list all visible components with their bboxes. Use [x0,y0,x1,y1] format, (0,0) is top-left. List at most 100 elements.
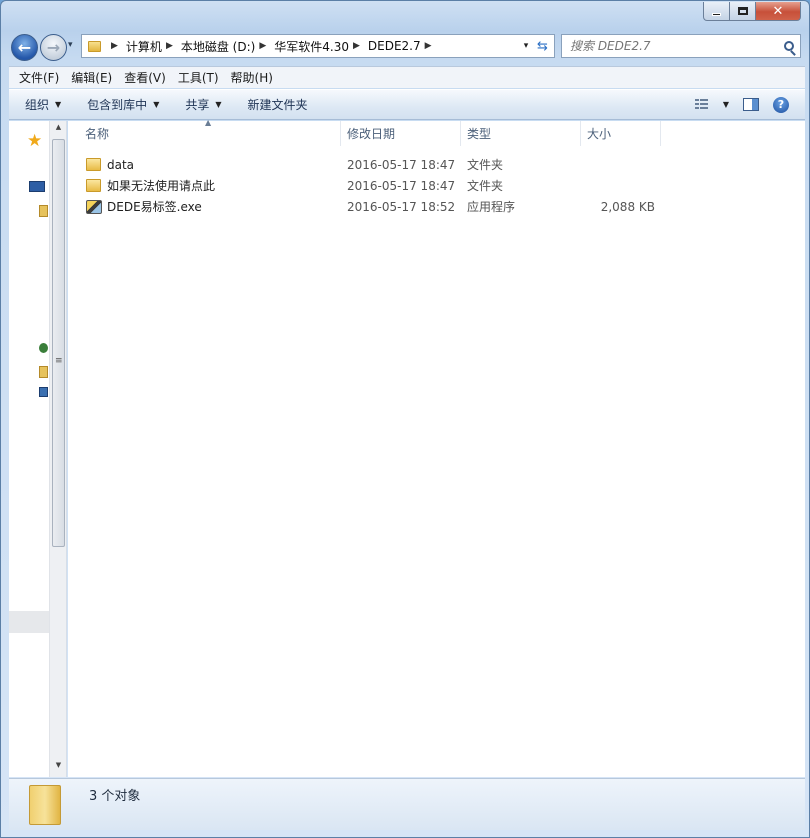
desktop-icon[interactable] [29,181,45,192]
scroll-thumb[interactable]: ≡ [52,139,65,547]
scroll-down-arrow-icon[interactable]: ▼ [50,761,67,775]
file-date: 2016-05-17 18:52 [347,199,456,214]
column-date-header[interactable]: 修改日期 [341,121,461,146]
breadcrumb-dede[interactable]: DEDE2.7 [368,39,421,53]
libraries-icon[interactable] [39,205,48,217]
help-label: ? [777,98,785,111]
file-size: 2,088 KB [600,199,655,214]
caption-buttons: ✕ [703,2,801,21]
file-name-cell[interactable]: data [68,158,341,172]
file-row[interactable]: 如果无法使用请点此 2016-05-17 18:47 文件夹 [68,175,805,196]
folder-icon [29,785,61,825]
navigation-bar: ← → ▾ ▶ 计算机 ▶ 本地磁盘 (D:) ▶ 华军软件4.30 ▶ DED… [9,32,805,61]
column-name-header[interactable]: ▲ 名称 [68,118,341,146]
recent-pages-dropdown[interactable]: ▾ [68,40,78,50]
organize-button[interactable]: 组织 ▼ [9,96,71,113]
nav-pane-strip [9,611,49,633]
search-box[interactable] [561,34,801,58]
minimize-button[interactable] [703,2,730,21]
include-library-button[interactable]: 包含到库中 ▼ [71,96,169,113]
navigation-pane: ★ ▲ ≡ ▼ [9,121,67,777]
menu-help[interactable]: 帮助(H) [225,69,279,86]
breadcrumb-label: 华军软件4.30 [274,39,349,54]
back-button[interactable]: ← [11,34,38,61]
minimize-icon [712,12,721,16]
file-name: 如果无法使用请点此 [107,179,216,193]
breadcrumb-separator-icon[interactable]: ▶ [353,41,360,51]
column-header: ▲ 名称 修改日期 类型 大小 [68,118,805,146]
details-pane: 3 个对象 [9,778,805,830]
chevron-down-icon: ▼ [153,100,160,109]
file-row[interactable]: data 2016-05-17 18:47 文件夹 [68,154,805,175]
file-date: 2016-05-17 18:47 [347,157,456,172]
explorer-window: ✕ ← → ▾ ▶ 计算机 ▶ 本地磁盘 (D:) ▶ 华军软件4.30 ▶ D… [0,0,810,838]
folder-icon [88,40,101,52]
breadcrumb-separator-icon[interactable]: ▶ [166,41,173,51]
column-size-header[interactable]: 大小 [581,121,661,146]
file-row[interactable]: DEDE易标签.exe 2016-05-17 18:52 应用程序 2,088 … [68,196,805,217]
grip-icon: ≡ [55,356,63,366]
share-label: 共享 [185,98,210,112]
file-list-pane: ▲ 名称 修改日期 类型 大小 data 2016-05-17 18:47 文件夹… [68,118,805,777]
breadcrumb-label: 本地磁盘 (D:) [180,39,256,54]
new-folder-button[interactable]: 新建文件夹 [232,96,318,113]
menu-file[interactable]: 文件(F) [13,69,65,86]
column-type-header[interactable]: 类型 [461,121,581,146]
search-input[interactable] [570,39,770,53]
close-button[interactable]: ✕ [756,2,801,21]
menu-bar: 文件(F) 编辑(E) 查看(V) 工具(T) 帮助(H) [9,66,805,88]
network-icon[interactable] [39,387,48,397]
chevron-down-icon: ▼ [55,100,62,109]
preview-pane-icon[interactable] [743,98,759,111]
menu-edit[interactable]: 编辑(E) [65,69,118,86]
maximize-button[interactable] [730,2,756,21]
address-bar[interactable]: ▶ 计算机 ▶ 本地磁盘 (D:) ▶ 华军软件4.30 ▶ DEDE2.7 ▶… [81,34,535,58]
forward-button[interactable]: → [40,34,67,61]
chevron-down-icon: ▾ [523,41,529,51]
breadcrumb-huajun[interactable]: 华军软件4.30 [274,38,349,55]
menu-tools[interactable]: 工具(T) [172,69,225,86]
view-options-dropdown[interactable]: ▼ [723,100,729,109]
file-type: 应用程序 [467,200,516,214]
file-name-cell[interactable]: DEDE易标签.exe [68,198,341,215]
refresh-button[interactable]: ⇆ [531,34,555,58]
new-folder-label: 新建文件夹 [247,98,308,112]
column-label: 类型 [467,127,492,141]
forward-arrow-icon: → [46,38,61,57]
chevron-down-icon: ▾ [68,40,73,50]
close-icon: ✕ [772,3,784,19]
search-icon[interactable] [784,41,794,51]
file-date: 2016-05-17 18:47 [347,178,456,193]
breadcrumb-separator-icon[interactable]: ▶ [259,41,266,51]
breadcrumb-computer[interactable]: 计算机 [126,38,162,55]
scroll-up-arrow-icon[interactable]: ▲ [50,123,67,137]
file-name-cell[interactable]: 如果无法使用请点此 [68,177,341,194]
folder-icon [86,179,101,192]
column-label: 修改日期 [347,127,396,141]
menu-view[interactable]: 查看(V) [118,69,172,86]
file-name: DEDE易标签.exe [107,200,202,214]
include-library-label: 包含到库中 [87,98,148,112]
breadcrumb-separator-icon[interactable]: ▶ [111,41,118,51]
help-icon[interactable]: ? [773,96,789,113]
item-count: 3 个对象 [89,789,141,804]
breadcrumb-label: DEDE2.7 [367,39,421,53]
breadcrumb-local-disk[interactable]: 本地磁盘 (D:) [181,38,255,55]
folder-icon [86,158,101,171]
breadcrumb-separator-icon[interactable]: ▶ [425,41,432,51]
file-list: data 2016-05-17 18:47 文件夹 如果无法使用请点此 2016… [68,154,805,217]
command-bar: 组织 ▼ 包含到库中 ▼ 共享 ▼ 新建文件夹 ▼ ? [9,89,805,120]
change-view-icon[interactable] [694,98,709,111]
back-arrow-icon: ← [17,38,32,57]
refresh-icon: ⇆ [537,38,548,54]
column-label: 名称 [85,127,110,141]
organize-label: 组织 [25,98,50,112]
share-button[interactable]: 共享 ▼ [169,96,231,113]
nav-pane-scrollbar[interactable]: ▲ ≡ ▼ [49,121,66,777]
favorites-star-icon[interactable]: ★ [27,131,42,151]
computer-folder-icon[interactable] [39,366,48,378]
homegroup-icon[interactable] [39,343,48,353]
column-label: 大小 [587,127,612,141]
chevron-down-icon: ▼ [215,100,222,109]
breadcrumb-label: 计算机 [125,39,162,54]
